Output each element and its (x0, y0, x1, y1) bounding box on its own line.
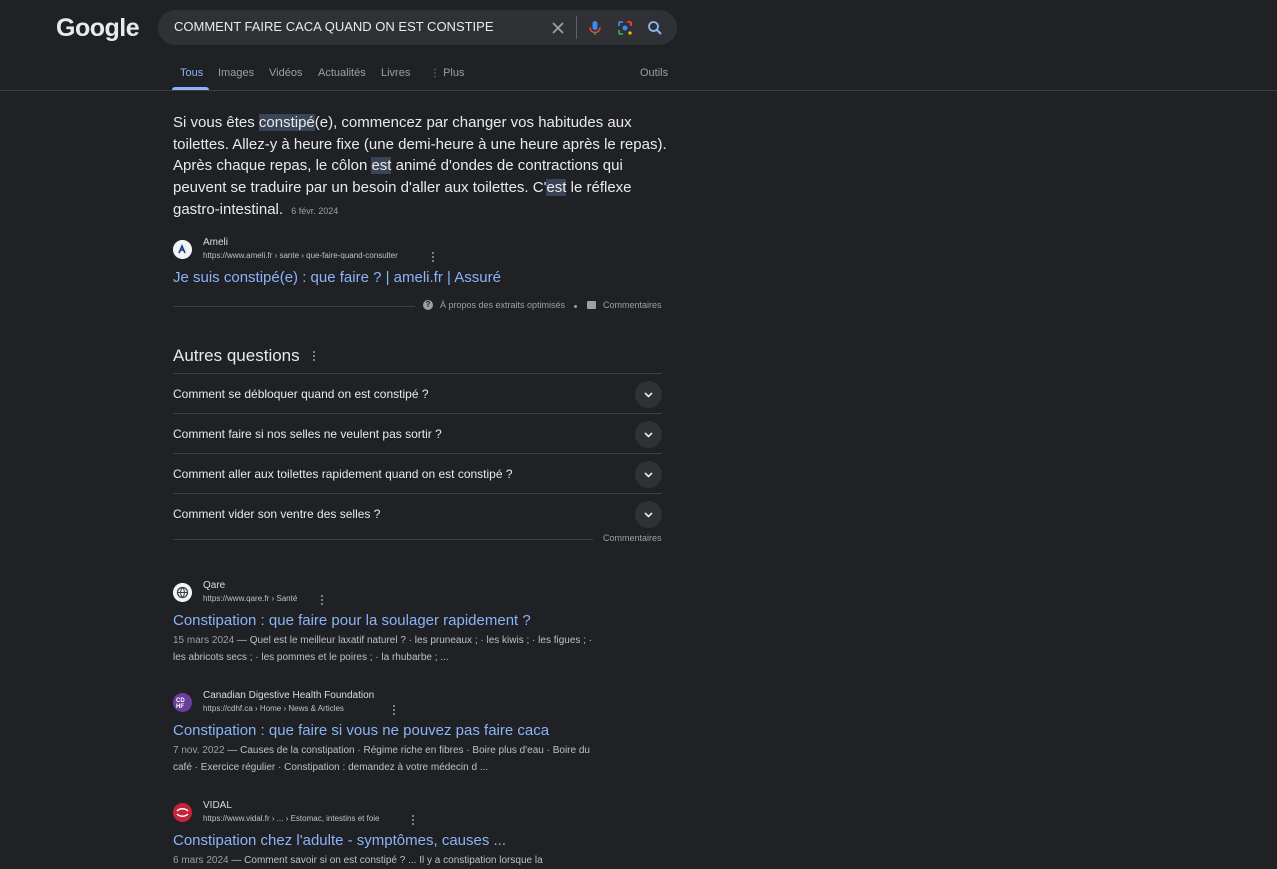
result-title[interactable]: Constipation : que faire si vous ne pouv… (173, 722, 549, 739)
vidal-favicon[interactable] (173, 803, 192, 822)
cdhf-favicon[interactable]: CD HF (173, 693, 192, 712)
paa-question-text: Comment se débloquer quand on est consti… (173, 387, 429, 401)
paa-question[interactable]: Comment vider son ventre des selles ? (173, 493, 662, 534)
result-site-name[interactable]: Qare (203, 580, 225, 591)
tab-more[interactable]: ⋮ Plus (430, 67, 464, 79)
source-name[interactable]: Ameli (203, 237, 228, 248)
lens-icon[interactable] (615, 18, 635, 38)
result-title[interactable]: Constipation : que faire pour la soulage… (173, 612, 531, 629)
search-query[interactable]: COMMENT FAIRE CACA QUAND ON EST CONSTIPE (174, 19, 494, 34)
paa-feedback-link[interactable]: Commentaires (603, 533, 662, 543)
divider (173, 306, 415, 307)
paa-question-text: Comment vider son ventre des selles ? (173, 507, 381, 521)
featured-snippet-text: Si vous êtes constipé(e), commencez par … (173, 114, 667, 218)
paa-title: Autres questions (173, 346, 300, 365)
clear-icon[interactable] (548, 18, 568, 38)
paa-question[interactable]: Comment se débloquer quand on est consti… (173, 373, 662, 414)
result-site-name[interactable]: VIDAL (203, 800, 232, 811)
separator-dot (574, 305, 577, 308)
qare-favicon[interactable] (173, 583, 192, 602)
more-options-icon[interactable] (411, 815, 415, 827)
search-icon[interactable] (645, 18, 665, 38)
svg-text:HF: HF (176, 704, 184, 710)
paa-question[interactable]: Comment faire si nos selles ne veulent p… (173, 413, 662, 454)
result-site-name[interactable]: Canadian Digestive Health Foundation (203, 690, 374, 701)
result-url[interactable]: https://cdhf.ca › Home › News & Articles (203, 704, 344, 713)
chevron-down-icon[interactable] (635, 461, 662, 488)
paa-more-icon[interactable] (312, 351, 316, 363)
tab-news[interactable]: Actualités (318, 67, 366, 79)
tools-button[interactable]: Outils (640, 67, 668, 79)
more-options-icon[interactable] (431, 252, 435, 264)
result-title[interactable]: Constipation chez l'adulte - symptômes, … (173, 832, 506, 849)
paa-question-text: Comment faire si nos selles ne veulent p… (173, 427, 442, 441)
source-url[interactable]: https://www.ameli.fr › sante › que-faire… (203, 251, 398, 260)
search-divider (576, 16, 577, 39)
paa-question[interactable]: Comment aller aux toilettes rapidement q… (173, 453, 662, 494)
tab-all[interactable]: Tous (180, 67, 203, 79)
tab-more-label: Plus (443, 67, 465, 79)
search-tabs: Tous Images Vidéos Actualités Livres ⋮ P… (0, 60, 1277, 91)
feedback-link[interactable]: Commentaires (603, 300, 662, 310)
tab-images[interactable]: Images (218, 67, 254, 79)
more-kebab-icon: ⋮ (430, 68, 440, 79)
more-options-icon[interactable] (320, 595, 324, 607)
search-box[interactable]: COMMENT FAIRE CACA QUAND ON EST CONSTIPE (158, 10, 677, 45)
paa-question-text: Comment aller aux toilettes rapidement q… (173, 467, 513, 481)
snippet-date: 6 févr. 2024 (291, 205, 339, 216)
microphone-icon[interactable] (585, 18, 605, 38)
chevron-down-icon[interactable] (635, 421, 662, 448)
google-logo[interactable]: Google (56, 14, 140, 43)
feedback-icon (587, 301, 596, 309)
tab-videos[interactable]: Vidéos (269, 67, 302, 79)
result-url[interactable]: https://www.vidal.fr › ... › Estomac, in… (203, 814, 380, 823)
result-url[interactable]: https://www.qare.fr › Santé (203, 594, 297, 603)
ameli-favicon[interactable] (173, 240, 192, 259)
divider (173, 539, 593, 540)
chevron-down-icon[interactable] (635, 381, 662, 408)
result-description: 6 mars 2024 — Comment savoir si on est c… (173, 855, 543, 866)
active-tab-indicator (172, 87, 209, 90)
result-description: 15 mars 2024 — Quel est le meilleur laxa… (173, 635, 593, 663)
about-snippets-link[interactable]: À propos des extraits optimisés (440, 300, 565, 310)
chevron-down-icon[interactable] (635, 501, 662, 528)
tab-books[interactable]: Livres (381, 67, 410, 79)
result-description: 7 nov. 2022 — Causes de la constipation … (173, 745, 590, 773)
help-icon: ? (423, 300, 433, 310)
snippet-link-title[interactable]: Je suis constipé(e) : que faire ? | amel… (173, 269, 501, 286)
more-options-icon[interactable] (392, 705, 396, 717)
